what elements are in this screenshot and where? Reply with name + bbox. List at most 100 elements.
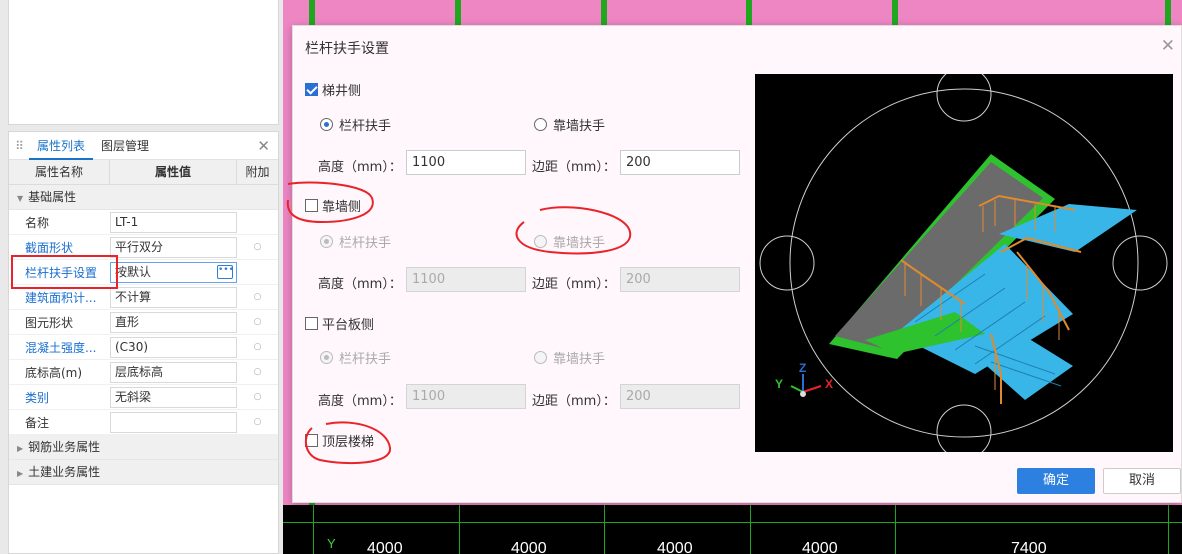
property-value-text: 按默认 [115,264,152,279]
property-value[interactable]: (C30) [110,336,237,358]
radio-selected-icon[interactable] [320,351,333,364]
column-header: 属性名称 [9,160,110,184]
dimension-label: 4000 [657,540,693,554]
group-label: 土建业务属性 [28,465,101,479]
property-name: 建筑面积计... [25,290,97,305]
group-label: 基础属性 [28,190,77,204]
group-basic[interactable]: ▼ 基础属性 [9,185,278,210]
group-rebar[interactable]: ▶ 钢筋业务属性 [9,435,278,460]
panel-tabs: ⠿ 属性列表 图层管理 ✕ [9,132,278,160]
circle-icon[interactable]: ○ [237,292,278,302]
circle-icon[interactable]: ○ [237,392,278,402]
height-label: 高度（mm）： [318,394,402,409]
property-value[interactable]: 层底标高 [110,361,237,383]
table-row[interactable]: 栏杆扶手设置 按默认 ••• [9,260,278,285]
radio-icon[interactable] [534,118,547,131]
grid-line [750,505,751,554]
radio-wall-2[interactable]: 靠墙扶手 [534,232,605,251]
checkbox-checked-icon[interactable] [305,83,318,96]
property-value[interactable]: 不计算 [110,286,237,308]
stair-3d-preview[interactable]: Y Z X [755,66,1173,460]
checkbox-icon[interactable] [305,434,318,447]
close-icon[interactable]: ✕ [1161,36,1175,56]
circle-icon[interactable]: ○ [237,367,278,377]
tab-property-list[interactable]: 属性列表 [29,132,94,160]
ok-button[interactable]: 确定 [1017,468,1095,494]
table-row[interactable]: 建筑面积计... 不计算 ○ [9,285,278,310]
group-label: 钢筋业务属性 [28,440,101,454]
circle-icon[interactable]: ○ [237,317,278,327]
grid-line [459,505,460,554]
height-label: 高度（mm）： [318,277,402,292]
property-value[interactable]: 直形 [110,311,237,333]
margin-input-2[interactable]: 200 [620,267,740,292]
property-value[interactable]: 无斜梁 [110,386,237,408]
chevron-right-icon: ▶ [17,444,24,453]
dimension-label: 4000 [367,540,403,554]
checkbox-label: 平台板侧 [322,318,375,333]
checkbox-label: 靠墙侧 [322,200,362,215]
group-civil[interactable]: ▶ 土建业务属性 [9,460,278,485]
height-input-1[interactable]: 1100 [406,150,526,175]
tab-layer-management[interactable]: 图层管理 [93,132,157,160]
circle-icon[interactable]: ○ [237,342,278,352]
table-row[interactable]: 名称 LT-1 [9,210,278,235]
circle-icon[interactable]: ○ [237,417,278,427]
height-input-3[interactable]: 1100 [406,384,526,409]
property-value[interactable]: LT-1 [110,211,237,233]
checkbox-stairwell-side[interactable]: 梯井侧 [305,80,361,99]
checkbox-wall-side[interactable]: 靠墙侧 [305,196,361,215]
table-row[interactable]: 截面形状 平行双分 ○ [9,235,278,260]
radio-icon[interactable] [534,351,547,364]
circle-icon[interactable]: ○ [237,242,278,252]
radio-wall-1[interactable]: 靠墙扶手 [534,115,605,134]
drag-handle-icon[interactable]: ⠿ [9,139,29,153]
radio-wall-3[interactable]: 靠墙扶手 [534,348,605,367]
property-name: 类别 [25,390,50,405]
property-panel: ⠿ 属性列表 图层管理 ✕ 属性名称 属性值 附加 ▼ 基础属性 名称 LT-1 … [8,131,279,554]
radio-label: 靠墙扶手 [553,119,606,134]
cancel-button[interactable]: 取消 [1103,468,1181,494]
dimension-label: 4000 [511,540,547,554]
radio-railing-3[interactable]: 栏杆扶手 [320,348,391,367]
stair-preview-graphic: Y Z X [759,66,1168,460]
column-header: 属性值 [110,160,237,184]
checkbox-top-floor[interactable]: 顶层楼梯 [305,431,374,450]
radio-railing-2[interactable]: 栏杆扶手 [320,232,391,251]
svg-text:Z: Z [799,361,806,375]
property-name: 截面形状 [25,240,74,255]
margin-input-1[interactable]: 200 [620,150,740,175]
radio-label: 栏杆扶手 [339,236,392,251]
property-value[interactable]: 平行双分 [110,236,237,258]
axis-y-label: Y [327,536,336,551]
table-row[interactable]: 类别 无斜梁 ○ [9,385,278,410]
radio-label: 栏杆扶手 [339,352,392,367]
radio-label: 靠墙扶手 [553,352,606,367]
close-icon[interactable]: ✕ [257,137,270,155]
svg-text:X: X [825,377,833,391]
radio-selected-icon[interactable] [320,118,333,131]
grid-line [1168,505,1169,554]
table-row[interactable]: 图元形状 直形 ○ [9,310,278,335]
radio-icon[interactable] [534,235,547,248]
margin-input-3[interactable]: 200 [620,384,740,409]
checkbox-icon[interactable] [305,317,318,330]
property-value[interactable] [110,411,237,433]
checkbox-icon[interactable] [305,199,318,212]
property-name: 备注 [25,415,50,430]
grid-line [604,505,605,554]
property-value[interactable]: 按默认 ••• [110,261,237,283]
margin-label: 边距（mm）： [532,394,616,409]
railing-settings-dialog: 栏杆扶手设置 ✕ 梯井侧 栏杆扶手 靠墙扶手 高度（mm）： 1100 边距（m… [292,25,1182,503]
table-row[interactable]: 底标高(m) 层底标高 ○ [9,360,278,385]
table-row[interactable]: 混凝土强度... (C30) ○ [9,335,278,360]
checkbox-platform-side[interactable]: 平台板侧 [305,314,374,333]
height-input-2[interactable]: 1100 [406,267,526,292]
dimension-label: 4000 [802,540,838,554]
ellipsis-button[interactable]: ••• [217,264,234,279]
grid-line [895,505,896,554]
table-row[interactable]: 备注 ○ [9,410,278,435]
radio-selected-icon[interactable] [320,235,333,248]
chevron-down-icon: ▼ [17,194,24,203]
radio-railing-1[interactable]: 栏杆扶手 [320,115,391,134]
